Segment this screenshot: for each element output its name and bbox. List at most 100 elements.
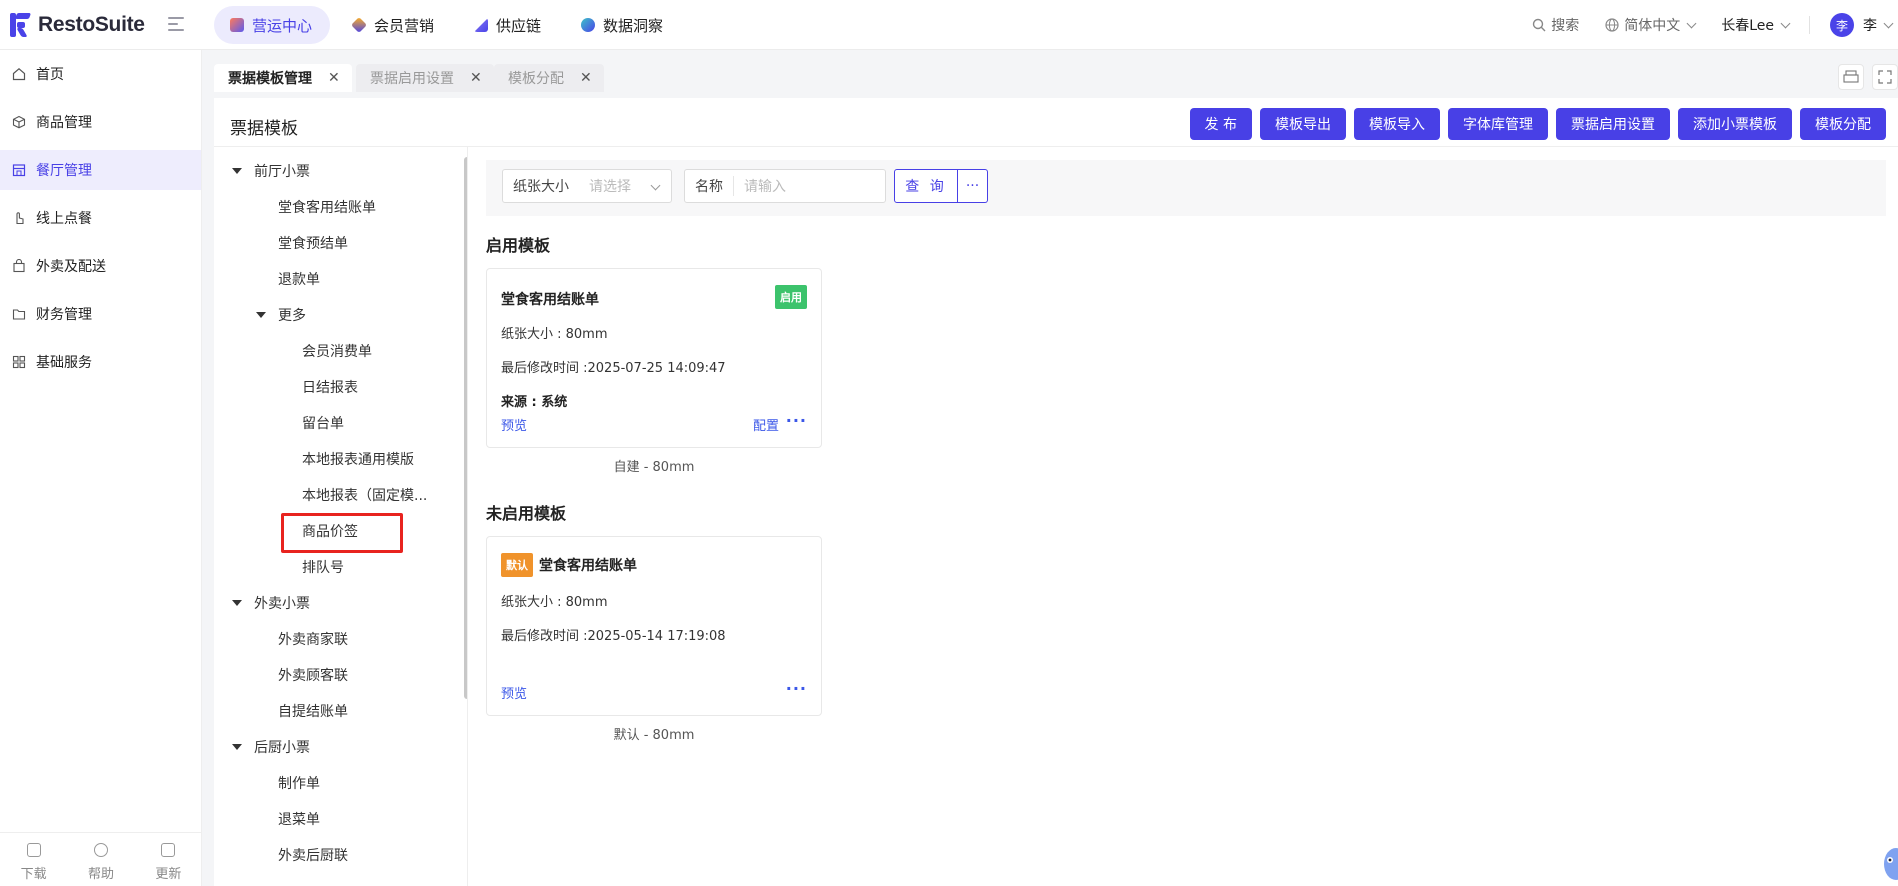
topnav-supply-chain[interactable]: 供应链 [458, 6, 559, 44]
brand-name: RestoSuite [38, 13, 145, 36]
config-link[interactable]: 配置 [753, 415, 779, 434]
topnav-label: 供应链 [496, 16, 542, 35]
search-label: 搜索 [1551, 18, 1580, 34]
tree-item[interactable]: 外卖商家联 [278, 621, 348, 657]
close-icon[interactable]: ✕ [580, 70, 592, 86]
caret-down-icon[interactable] [232, 600, 242, 606]
sidebar-item-label: 基础服务 [36, 355, 92, 371]
tree-item[interactable]: 会员消费单 [302, 333, 372, 369]
close-icon[interactable]: ✕ [328, 70, 340, 86]
tree-item[interactable]: 堂食客用结账单 [278, 189, 376, 225]
chevron-down-icon [1780, 18, 1791, 28]
caret-down-icon[interactable] [232, 744, 242, 750]
caret-down-icon[interactable] [256, 312, 266, 318]
card-title: 堂食客用结账单 [501, 289, 599, 309]
fullscreen-icon[interactable] [1872, 64, 1898, 90]
add-receipt-template-button[interactable]: 添加小票模板 [1678, 108, 1792, 140]
tree-label: 外卖后厨联 [278, 848, 348, 864]
sidebar-item-basic-services[interactable]: 基础服务 [0, 342, 201, 382]
tree-group-takeout[interactable]: 外卖小票 [232, 585, 310, 621]
query-group: 查 询 ··· [894, 169, 988, 203]
paper-size-select[interactable]: 纸张大小 请选择 [502, 169, 672, 203]
tab-tools [1838, 64, 1898, 90]
tab-template-management[interactable]: 票据模板管理 ✕ [214, 64, 352, 92]
tab-template-assignment[interactable]: 模板分配 ✕ [494, 64, 604, 92]
tab-enable-settings[interactable]: 票据启用设置 ✕ [356, 64, 494, 92]
search-button[interactable]: 搜索 [1532, 15, 1579, 35]
tree-item[interactable]: 退款单 [278, 261, 320, 297]
sidebar-item-label: 首页 [36, 67, 64, 83]
paper-size-placeholder: 请选择 [589, 179, 631, 195]
tree-item[interactable]: 堂食预结单 [278, 225, 348, 261]
store-icon [12, 164, 26, 177]
default-badge: 默认 [501, 553, 533, 577]
name-input[interactable]: 名称 请输入 [684, 169, 886, 203]
download-button[interactable]: 下载 [0, 833, 67, 886]
template-card-disabled[interactable]: 默认 堂食客用结账单 纸张大小 : 80mm 最后修改时间 :2025-05-1… [486, 536, 822, 716]
publish-button[interactable]: 发 布 [1189, 108, 1252, 140]
topnav-label: 会员营销 [374, 16, 435, 35]
more-icon[interactable]: ··· [786, 411, 807, 430]
tree-item[interactable]: 留台单 [302, 405, 344, 441]
topnav-insights[interactable]: 数据洞察 [565, 6, 681, 44]
tree-scrollbar[interactable] [464, 157, 467, 699]
import-template-button[interactable]: 模板导入 [1354, 108, 1440, 140]
topnav-operations[interactable]: 营运中心 [214, 6, 331, 44]
sidebar-item-finance[interactable]: 财务管理 [0, 294, 201, 334]
language-label: 简体中文 [1624, 18, 1681, 34]
store-select[interactable]: 长春Lee [1721, 15, 1791, 35]
query-button[interactable]: 查 询 [894, 169, 958, 203]
page-tabs-bar: 票据模板管理 ✕ 票据启用设置 ✕ 模板分配 ✕ [202, 50, 1898, 98]
preview-link[interactable]: 预览 [501, 415, 527, 434]
chevron-down-icon [1883, 18, 1894, 28]
export-template-button[interactable]: 模板导出 [1260, 108, 1346, 140]
language-select[interactable]: 简体中文 [1605, 15, 1697, 35]
tree-item[interactable]: 本地报表（固定模... [302, 477, 427, 513]
collapse-menu-icon[interactable] [168, 17, 184, 31]
tree-item[interactable]: 自提结账单 [278, 693, 348, 729]
sidebar-item-label: 线上点餐 [36, 211, 92, 227]
tree-item[interactable]: 日结报表 [302, 369, 358, 405]
tree-item[interactable]: 外卖顾客联 [278, 657, 348, 693]
card-source: 来源 : 系统 [501, 395, 568, 410]
sidebar-item-products[interactable]: 商品管理 [0, 102, 201, 142]
tree-item[interactable]: 退菜单 [278, 801, 320, 837]
tree-item[interactable]: 本地报表通用模版 [302, 441, 414, 477]
assistant-mascot-icon[interactable] [1880, 838, 1898, 886]
tree-label: 留台单 [302, 416, 344, 432]
update-button[interactable]: 更新 [135, 833, 202, 886]
tree-group-more[interactable]: 更多 [256, 297, 306, 333]
printer-icon[interactable] [1838, 64, 1864, 90]
close-icon[interactable]: ✕ [470, 70, 482, 86]
more-options-button[interactable]: ··· [958, 169, 988, 203]
caret-down-icon[interactable] [232, 168, 242, 174]
template-card-enabled[interactable]: 堂食客用结账单 启用 纸张大小 : 80mm 最后修改时间 :2025-07-2… [486, 268, 822, 448]
enable-settings-button[interactable]: 票据启用设置 [1556, 108, 1670, 140]
tree-label: 本地报表通用模版 [302, 452, 414, 468]
assign-template-button[interactable]: 模板分配 [1800, 108, 1886, 140]
name-label: 名称 [685, 176, 734, 196]
tree-group-front[interactable]: 前厅小票 [232, 153, 310, 189]
preview-link[interactable]: 预览 [501, 683, 527, 702]
topnav-marketing[interactable]: 会员营销 [336, 6, 452, 44]
tree-item[interactable]: 排队号 [302, 549, 344, 585]
tree-item[interactable]: 外卖后厨联 [278, 837, 348, 873]
sidebar-item-online-order[interactable]: 线上点餐 [0, 198, 201, 238]
sidebar-item-restaurant[interactable]: 餐厅管理 [0, 150, 201, 190]
tree-item[interactable]: 制作单 [278, 765, 320, 801]
divider [1809, 16, 1810, 34]
logo[interactable]: RestoSuite [10, 12, 145, 38]
tree-label: 更多 [278, 308, 306, 324]
tree-label: 堂食预结单 [278, 236, 348, 252]
tab-label: 模板分配 [508, 71, 564, 87]
insights-icon [581, 18, 596, 32]
sidebar-item-label: 餐厅管理 [36, 163, 92, 179]
sidebar-item-delivery[interactable]: 外卖及配送 [0, 246, 201, 286]
user-menu[interactable]: 李 李 [1830, 13, 1898, 37]
help-button[interactable]: 帮助 [67, 833, 134, 886]
tree-group-kitchen[interactable]: 后厨小票 [232, 729, 310, 765]
font-library-button[interactable]: 字体库管理 [1448, 108, 1548, 140]
sidebar-item-label: 外卖及配送 [36, 259, 106, 275]
sidebar-item-home[interactable]: 首页 [0, 54, 201, 94]
more-icon[interactable]: ··· [786, 679, 807, 698]
